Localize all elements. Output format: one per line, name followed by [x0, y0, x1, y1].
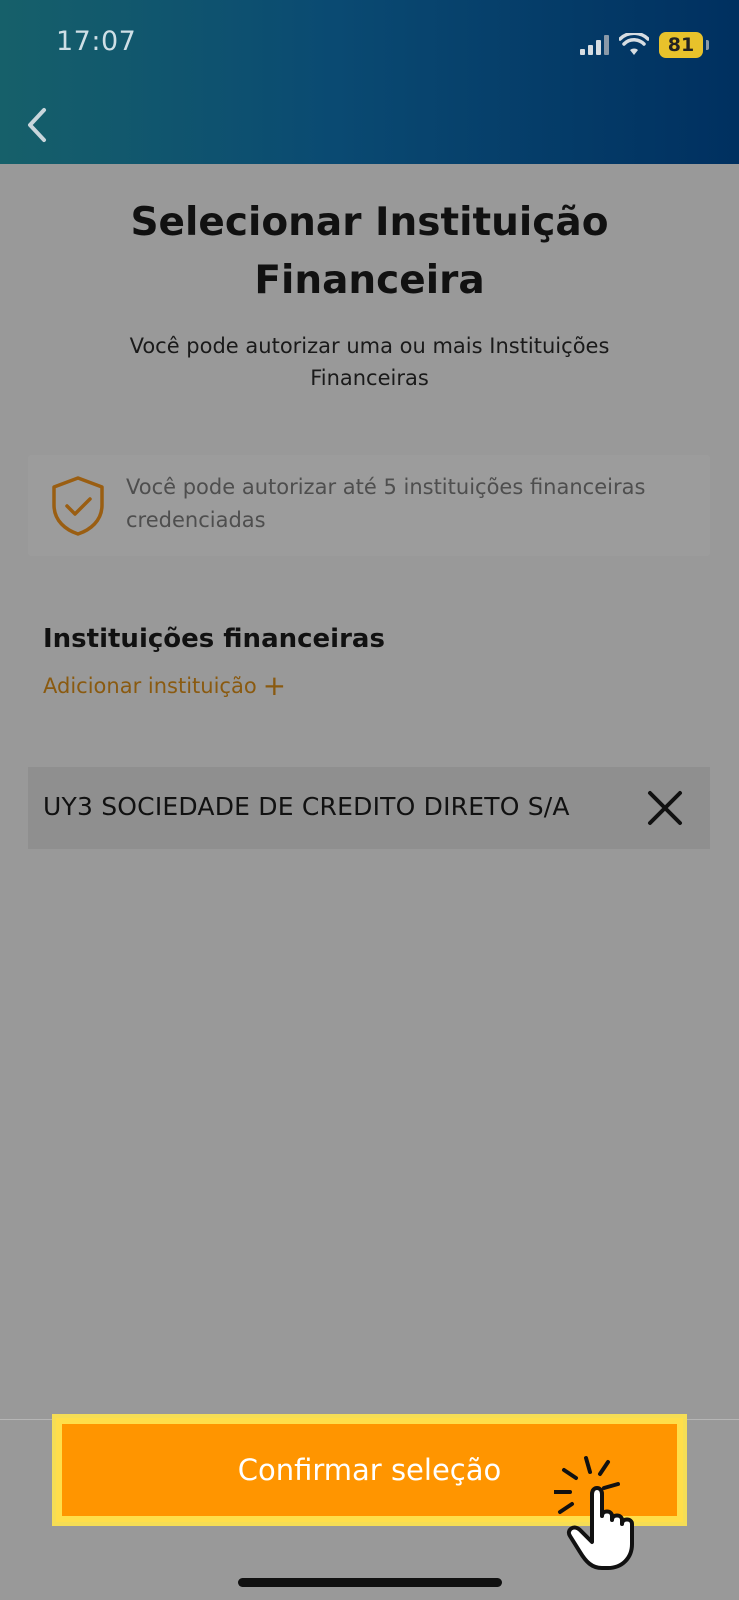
- status-indicators: 81: [580, 30, 709, 60]
- info-text: Você pode autorizar até 5 instituições f…: [126, 475, 646, 532]
- page-title: Selecionar Instituição Financeira: [130, 200, 609, 303]
- wifi-icon: [619, 33, 649, 55]
- section-title: Instituições financeiras: [43, 624, 385, 654]
- shield-check-icon: [52, 476, 104, 536]
- institution-name: UY3 SOCIEDADE DE CREDITO DIRETO S/A: [43, 792, 570, 821]
- status-time: 17:07: [56, 26, 137, 57]
- back-button[interactable]: [18, 100, 54, 150]
- home-indicator: [238, 1578, 502, 1587]
- cellular-signal-icon: [580, 35, 609, 55]
- app-header: 17:07 81: [0, 0, 739, 164]
- remove-institution-button[interactable]: [646, 789, 684, 827]
- page-subtitle: Você pode autorizar uma ou mais Institui…: [129, 334, 610, 390]
- tap-hand-icon: [554, 1456, 634, 1570]
- institution-row: UY3 SOCIEDADE DE CREDITO DIRETO S/A: [28, 767, 710, 849]
- add-institution-link[interactable]: Adicionar instituição +: [43, 669, 287, 702]
- add-institution-label: Adicionar instituição: [43, 674, 257, 698]
- battery-icon: 81: [659, 32, 709, 58]
- info-card: Você pode autorizar até 5 instituições f…: [28, 455, 710, 556]
- plus-icon: +: [262, 669, 287, 702]
